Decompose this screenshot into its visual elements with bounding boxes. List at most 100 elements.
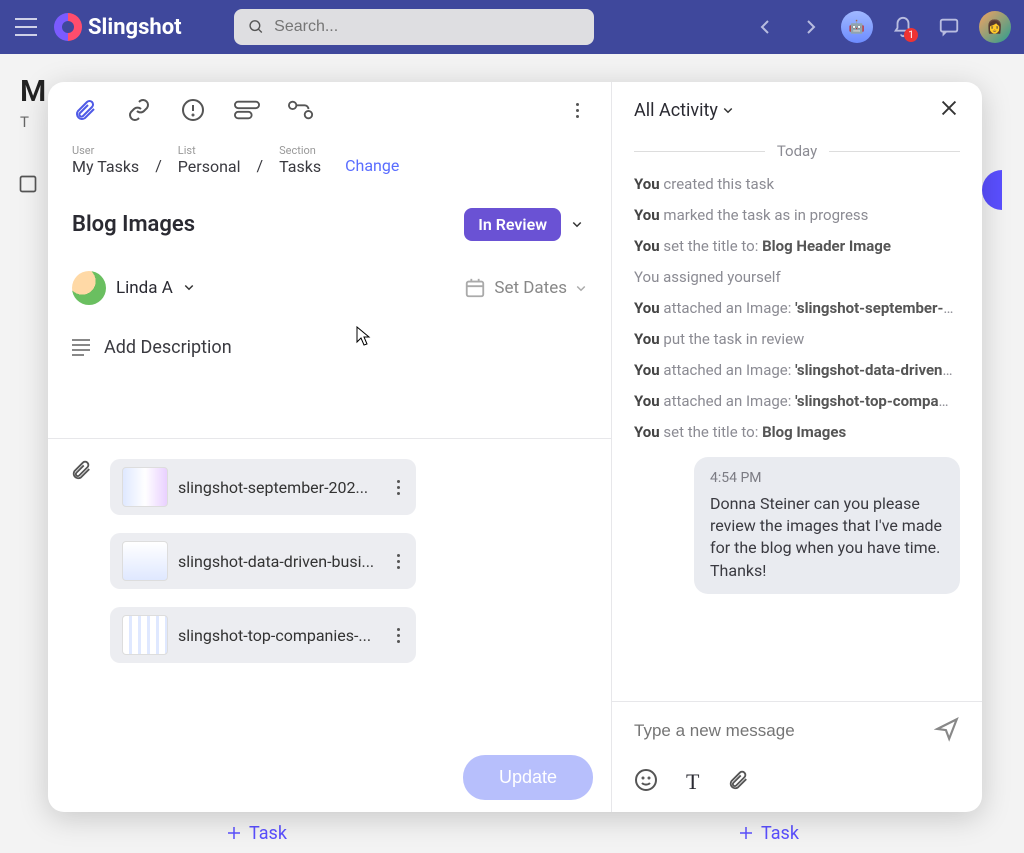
assign-row: Linda A Set Dates [48,241,611,305]
logo-icon [54,13,82,41]
paperclip-icon [70,459,92,481]
attachment-menu[interactable] [393,625,404,646]
bc-list[interactable]: Personal [178,157,241,176]
activity-item: You created this task [634,174,960,195]
nav-forward[interactable] [794,10,828,44]
activity-item: You attached an Image: 'slingshot-septem… [634,298,954,319]
add-task-left[interactable]: Task [0,813,512,853]
bc-section-label: Section [279,144,321,157]
set-dates[interactable]: Set Dates [464,277,587,299]
assignee-picker[interactable]: Linda A [72,271,195,305]
activity-item: You marked the task as in progress [634,205,960,226]
attachment-name: slingshot-data-driven-busi... [178,552,383,571]
assistant-avatar[interactable]: 🤖 [840,10,874,44]
activity-item: You attached an Image: 'slingshot-top-co… [634,391,954,412]
activity-item: You set the title to: Blog Header Image [634,236,960,257]
top-nav: Slingshot 🤖 1 👩 [0,0,1024,54]
activity-item: You assigned yourself [634,267,960,288]
activity-item: You attached an Image: 'slingshot-data-d… [634,360,954,381]
plus-icon [225,824,243,842]
add-task-row: Task Task [0,813,1024,853]
bg-board-icon [18,174,38,198]
bg-status-fragment [982,170,1002,210]
status-pill[interactable]: In Review [464,208,561,241]
date-divider: Today [634,142,960,160]
notification-badge: 1 [904,28,918,42]
assignee-name: Linda A [116,278,173,298]
chevron-down-icon [571,218,583,230]
activity-filter[interactable]: All Activity [634,100,734,121]
close-button[interactable] [938,97,960,123]
bc-user-label: User [72,144,139,157]
add-task-right[interactable]: Task [512,813,1024,853]
search-input[interactable] [274,18,579,36]
alert-circle-icon [181,98,205,122]
paperclip-icon [73,98,97,122]
attachment-thumbnail [122,541,168,581]
breadcrumb: User My Tasks / List Personal / Section … [48,138,611,176]
chat-icon [938,16,960,38]
send-button[interactable] [934,716,960,746]
plus-icon [737,824,755,842]
attachment-thumbnail [122,615,168,655]
activity-body: Today You created this task You marked t… [612,138,982,701]
activity-item: You set the title to: Blog Images [634,422,960,443]
status-dropdown[interactable] [567,215,587,234]
search-box[interactable] [234,9,594,45]
bc-section[interactable]: Tasks [279,157,321,176]
activity-pane: All Activity Today You created this task… [612,82,982,812]
chevron-down-icon [183,281,195,296]
compose-input[interactable] [634,721,924,741]
attachment-name: slingshot-september-202... [178,478,383,497]
link-icon [127,98,151,122]
attachment-item[interactable]: slingshot-data-driven-busi... [110,533,416,589]
chevron-down-icon [575,282,587,294]
workflow-tool[interactable] [288,97,314,123]
text-format-button[interactable]: T [686,769,699,795]
attachment-tool[interactable] [72,97,98,123]
description-field[interactable]: Add Description [48,305,611,358]
activity-item: You put the task in review [634,329,960,350]
task-detail-pane: User My Tasks / List Personal / Section … [48,82,612,812]
attachment-menu[interactable] [393,477,404,498]
menu-button[interactable] [12,12,42,42]
calendar-icon [464,277,486,299]
message-body: Donna Steiner can you please review the … [710,493,944,583]
assignee-avatar-icon [72,271,106,305]
bc-user[interactable]: My Tasks [72,157,139,176]
user-avatar[interactable]: 👩 [978,10,1012,44]
send-icon [934,716,960,742]
attachments-icon-col [70,459,92,663]
breadcrumb-change[interactable]: Change [345,156,399,175]
attachment-item[interactable]: slingshot-top-companies-... [110,607,416,663]
compose-tools: T [634,768,960,796]
message-bubble: 4:54 PM Donna Steiner can you please rev… [694,457,960,594]
attachment-item[interactable]: slingshot-september-202... [110,459,416,515]
attachment-name: slingshot-top-companies-... [178,626,383,645]
search-icon [248,18,265,36]
section-tool[interactable] [234,97,260,123]
chevron-down-icon [722,104,734,116]
section-icon [234,100,260,120]
message-time: 4:54 PM [710,469,944,489]
paperclip-icon [727,769,749,791]
bc-list-label: List [178,144,241,157]
task-modal: User My Tasks / List Personal / Section … [48,82,982,812]
workflow-icon [288,100,314,120]
nav-back[interactable] [748,10,782,44]
bot-avatar-icon: 🤖 [841,11,873,43]
attachment-menu[interactable] [393,551,404,572]
priority-tool[interactable] [180,97,206,123]
description-icon [72,339,90,356]
attachment-thumbnail [122,467,168,507]
chat-button[interactable] [932,10,966,44]
update-button[interactable]: Update [463,755,593,800]
task-more-menu[interactable] [568,92,587,129]
link-tool[interactable] [126,97,152,123]
emoji-button[interactable] [634,768,658,796]
notifications-button[interactable]: 1 [886,10,920,44]
app-logo[interactable]: Slingshot [54,13,182,41]
app-name: Slingshot [88,15,182,40]
title-row: Blog Images In Review [48,176,611,241]
compose-attach-button[interactable] [727,769,749,795]
